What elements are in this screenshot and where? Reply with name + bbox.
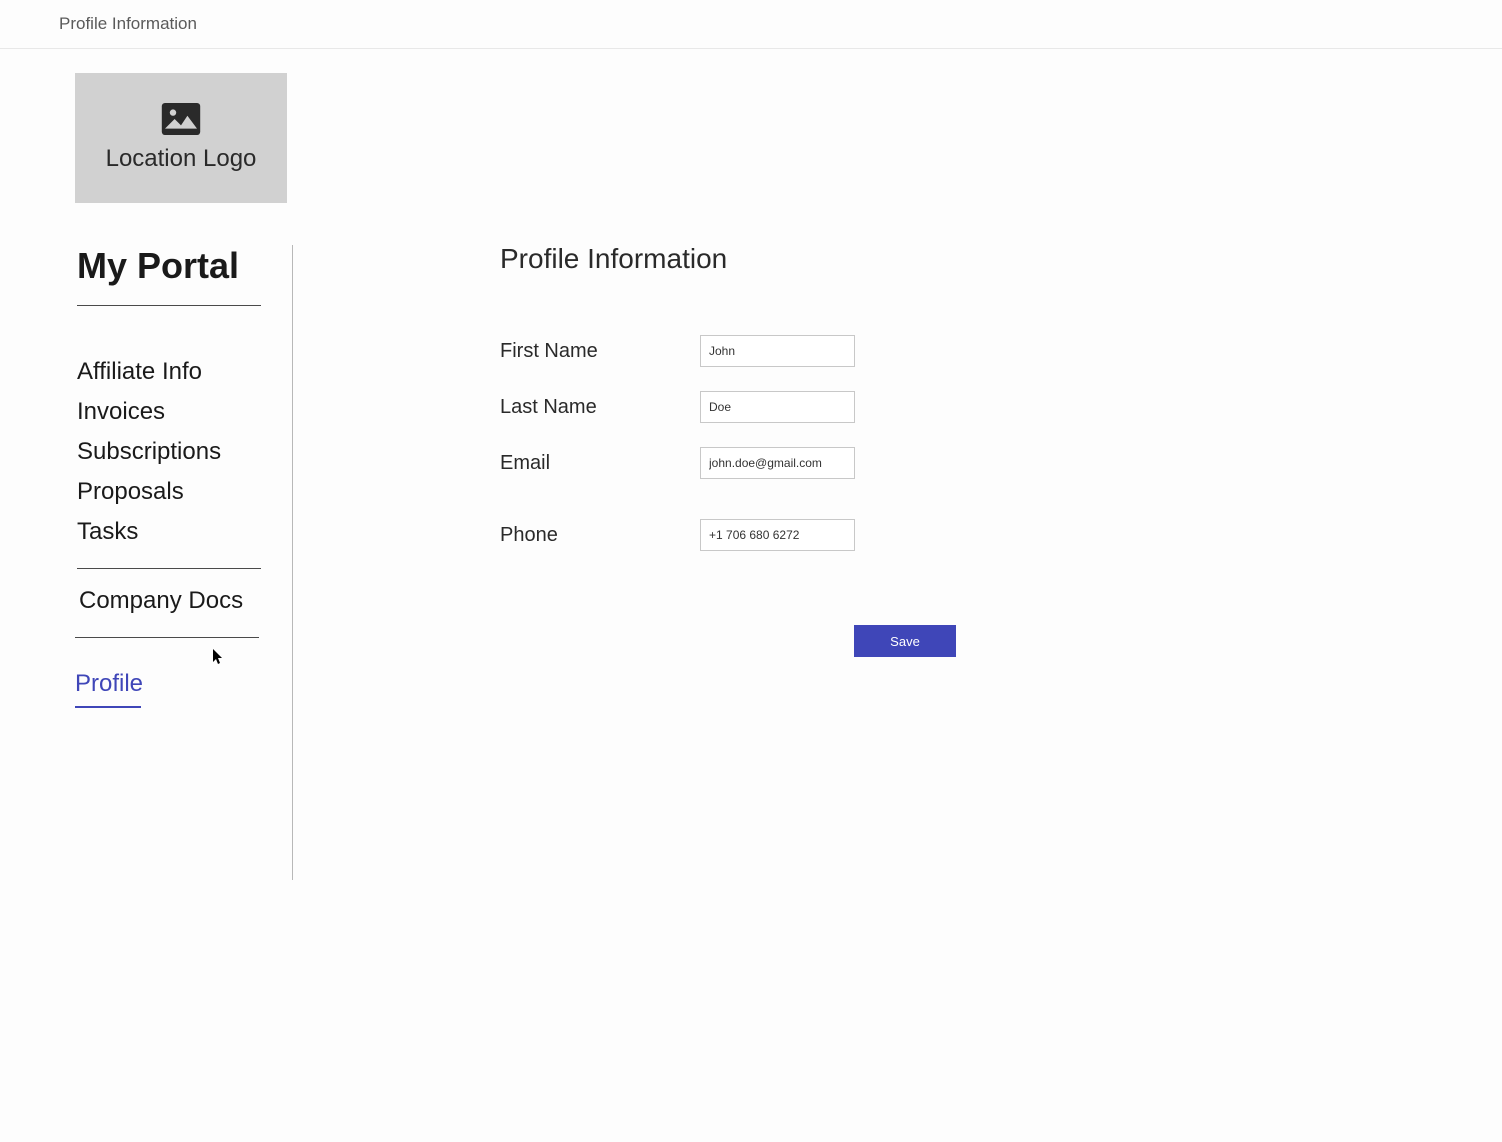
divider: [75, 637, 259, 638]
active-underline: [75, 706, 141, 708]
email-field[interactable]: [700, 447, 855, 479]
sidebar-item-tasks[interactable]: Tasks: [77, 518, 282, 546]
phone-field[interactable]: [700, 519, 855, 551]
main-content: Profile Information First Name Last Name…: [293, 73, 956, 880]
page-title: Profile Information: [500, 243, 956, 275]
sidebar-item-label: Profile: [75, 670, 143, 697]
sidebar-item-company-docs[interactable]: Company Docs: [75, 587, 282, 615]
sidebar-item-invoices[interactable]: Invoices: [77, 398, 282, 426]
form-row-first-name: First Name: [500, 335, 956, 367]
form-row-last-name: Last Name: [500, 391, 956, 423]
location-logo: Location Logo: [75, 73, 287, 203]
form-row-phone: Phone: [500, 519, 956, 551]
logo-text: Location Logo: [106, 145, 257, 173]
first-name-label: First Name: [500, 340, 700, 363]
image-icon: [161, 103, 201, 135]
sidebar-item-proposals[interactable]: Proposals: [77, 478, 282, 506]
last-name-label: Last Name: [500, 396, 700, 419]
breadcrumb: Profile Information: [0, 0, 1502, 49]
sidebar-item-profile[interactable]: Profile: [75, 670, 143, 708]
portal-title: My Portal: [75, 245, 282, 287]
phone-label: Phone: [500, 524, 700, 547]
form-row-email: Email: [500, 447, 956, 479]
first-name-field[interactable]: [700, 335, 855, 367]
email-label: Email: [500, 452, 700, 475]
sidebar: My Portal Affiliate Info Invoices Subscr…: [75, 245, 293, 880]
divider: [77, 568, 261, 569]
last-name-field[interactable]: [700, 391, 855, 423]
sidebar-item-subscriptions[interactable]: Subscriptions: [77, 438, 282, 466]
sidebar-item-affiliate-info[interactable]: Affiliate Info: [77, 358, 282, 386]
save-button[interactable]: Save: [854, 625, 956, 657]
